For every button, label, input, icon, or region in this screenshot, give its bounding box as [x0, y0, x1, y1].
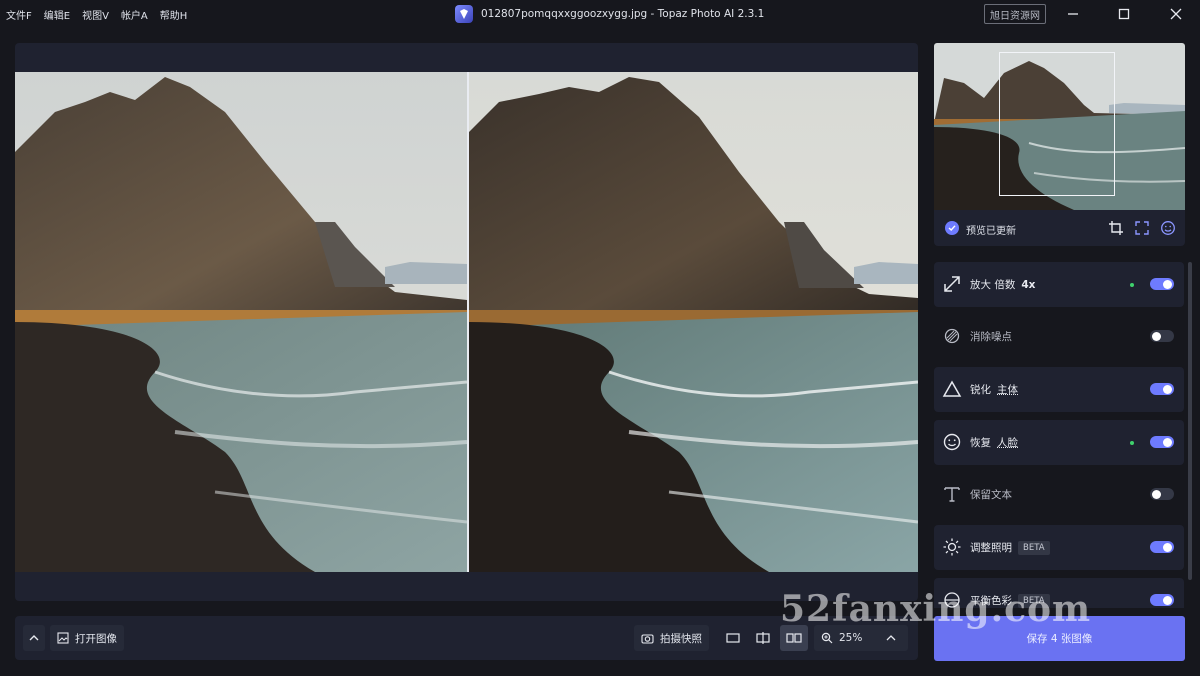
chevron-up-icon [886, 635, 896, 641]
window-title-text: 012807pomqqxxggoozxygg.jpg - Topaz Photo… [481, 8, 765, 20]
feature-denoise-label: 消除噪点 [970, 331, 1012, 343]
feature-denoise[interactable]: 消除噪点 [934, 314, 1184, 359]
upscale-arrow-icon [942, 274, 962, 294]
window-title: 012807pomqqxxggoozxygg.jpg - Topaz Photo… [455, 5, 764, 23]
minimize-icon [1068, 13, 1078, 15]
feature-face-recovery-status-dot [1130, 441, 1134, 445]
face-icon [942, 432, 962, 452]
face-detect-icon[interactable] [1160, 220, 1176, 236]
minimize-button[interactable] [1063, 4, 1083, 24]
fit-screen-icon[interactable] [1134, 220, 1150, 236]
menu-view[interactable]: 视图V [82, 7, 109, 22]
menu-file[interactable]: 文件F [6, 7, 32, 22]
zoom-level: 25% [839, 632, 863, 644]
feature-balance-color-label: 平衡色彩 BETA [970, 593, 1050, 608]
panel-scrollbar[interactable] [1188, 262, 1192, 580]
single-view-button[interactable] [720, 625, 746, 651]
bottom-toolbar: 打开图像 拍摄快照 25% [15, 616, 918, 660]
snapshot-label: 拍摄快照 [660, 632, 702, 645]
crop-icon[interactable] [1108, 220, 1124, 236]
feature-upscale-label: 放大 倍数 4x [970, 278, 1036, 292]
side-by-side-icon [786, 633, 802, 643]
check-circle-icon [945, 221, 959, 235]
topaz-logo-icon [455, 5, 473, 23]
feature-upscale-toggle[interactable] [1150, 278, 1174, 290]
open-image-button[interactable]: 打开图像 [50, 625, 124, 651]
feature-preserve-text-toggle[interactable] [1150, 488, 1174, 500]
close-icon [1170, 8, 1182, 20]
text-icon [942, 484, 962, 504]
feature-face-recovery[interactable]: 恢复 人脸 [934, 420, 1184, 465]
feature-preserve-text[interactable]: 保留文本 [934, 472, 1184, 517]
preview-status-text: 预览已更新 [966, 226, 1016, 237]
sun-icon [942, 537, 962, 557]
side-by-side-button[interactable] [780, 625, 808, 651]
camera-icon [641, 633, 654, 644]
navigator-preview[interactable] [934, 43, 1185, 210]
image-icon [57, 632, 69, 644]
feature-sharpen[interactable]: 锐化 主体 [934, 367, 1184, 412]
zoom-control[interactable]: 25% [814, 625, 908, 651]
maximize-button[interactable] [1114, 4, 1134, 24]
feature-upscale[interactable]: 放大 倍数 4x [934, 262, 1184, 307]
preview-status-bar: 预览已更新 [934, 210, 1185, 246]
enhancement-list: 放大 倍数 4x 消除噪点 锐化 主体 恢复 人脸 保留文本 调整照明 BETA… [934, 262, 1185, 608]
open-image-label: 打开图像 [75, 632, 117, 645]
preview-viewport-frame[interactable] [999, 52, 1115, 196]
sharpen-triangle-icon [942, 379, 962, 399]
maximize-icon [1118, 8, 1130, 20]
feature-preserve-text-label: 保留文本 [970, 489, 1012, 501]
beta-badge: BETA [1018, 593, 1050, 608]
watermark-box: 旭日资源网 [984, 4, 1046, 24]
denoise-icon [942, 326, 962, 346]
collapse-button[interactable] [23, 625, 45, 651]
beta-badge: BETA [1018, 540, 1050, 555]
snapshot-button[interactable]: 拍摄快照 [634, 625, 709, 651]
feature-sharpen-toggle[interactable] [1150, 383, 1174, 395]
feature-balance-color-toggle[interactable] [1150, 594, 1174, 606]
title-bar: 文件F 编辑E 视图V 帐户A 帮助H 012807pomqqxxggoozxy… [0, 0, 1200, 28]
color-balance-icon [942, 590, 962, 608]
chevron-up-icon [29, 635, 39, 641]
split-view-icon [756, 632, 770, 644]
feature-face-recovery-toggle[interactable] [1150, 436, 1174, 448]
menu-bar: 文件F 编辑E 视图V 帐户A 帮助H [6, 7, 187, 22]
feature-denoise-toggle[interactable] [1150, 330, 1174, 342]
close-button[interactable] [1166, 4, 1186, 24]
feature-adjust-lighting-toggle[interactable] [1150, 541, 1174, 553]
menu-edit[interactable]: 编辑E [44, 7, 70, 22]
zoom-icon [821, 632, 833, 644]
feature-upscale-status-dot [1130, 283, 1134, 287]
feature-adjust-lighting[interactable]: 调整照明 BETA [934, 525, 1184, 570]
enhanced-image[interactable] [469, 72, 918, 572]
feature-adjust-lighting-label: 调整照明 BETA [970, 540, 1050, 555]
save-images-button[interactable]: 保存 4 张图像 [934, 616, 1185, 661]
feature-face-recovery-label: 恢复 人脸 [970, 437, 1018, 449]
menu-account[interactable]: 帐户A [121, 7, 148, 22]
single-view-icon [726, 633, 740, 643]
menu-help[interactable]: 帮助H [160, 7, 188, 22]
feature-balance-color[interactable]: 平衡色彩 BETA [934, 578, 1184, 608]
feature-sharpen-label: 锐化 主体 [970, 384, 1018, 396]
original-image[interactable] [15, 72, 467, 572]
split-view-button[interactable] [750, 625, 776, 651]
